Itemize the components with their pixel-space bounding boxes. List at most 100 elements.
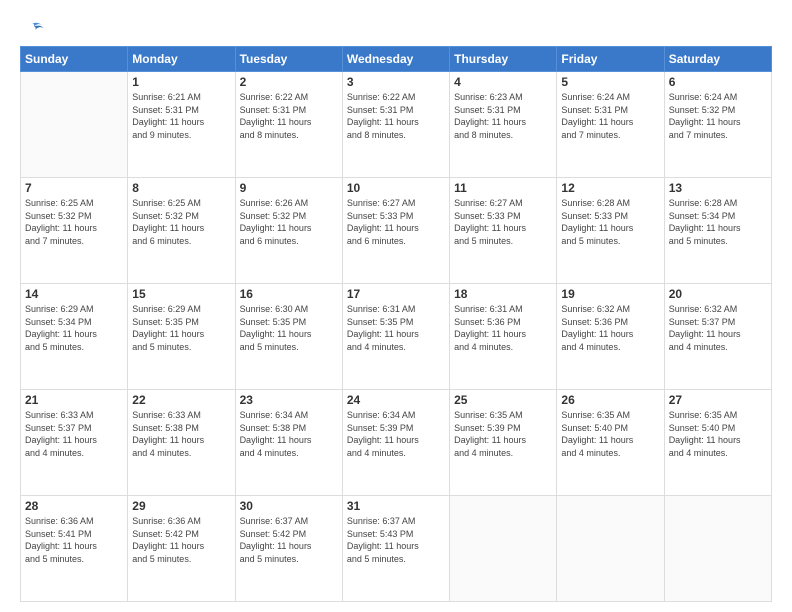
day-info: Sunrise: 6:29 AMSunset: 5:35 PMDaylight:… bbox=[132, 303, 230, 353]
day-info: Sunrise: 6:36 AMSunset: 5:42 PMDaylight:… bbox=[132, 515, 230, 565]
calendar-cell bbox=[664, 496, 771, 602]
day-info: Sunrise: 6:33 AMSunset: 5:37 PMDaylight:… bbox=[25, 409, 123, 459]
week-row-1: 1 Sunrise: 6:21 AMSunset: 5:31 PMDaylight… bbox=[21, 72, 772, 178]
day-info: Sunrise: 6:23 AMSunset: 5:31 PMDaylight:… bbox=[454, 91, 552, 141]
calendar-cell: 28 Sunrise: 6:36 AMSunset: 5:41 PMDayligh… bbox=[21, 496, 128, 602]
calendar-cell: 9 Sunrise: 6:26 AMSunset: 5:32 PMDaylight… bbox=[235, 178, 342, 284]
calendar-cell: 26 Sunrise: 6:35 AMSunset: 5:40 PMDayligh… bbox=[557, 390, 664, 496]
day-number: 10 bbox=[347, 181, 445, 195]
day-number: 23 bbox=[240, 393, 338, 407]
day-info: Sunrise: 6:28 AMSunset: 5:33 PMDaylight:… bbox=[561, 197, 659, 247]
calendar-cell: 1 Sunrise: 6:21 AMSunset: 5:31 PMDaylight… bbox=[128, 72, 235, 178]
weekday-header-tuesday: Tuesday bbox=[235, 47, 342, 72]
day-number: 12 bbox=[561, 181, 659, 195]
day-info: Sunrise: 6:25 AMSunset: 5:32 PMDaylight:… bbox=[25, 197, 123, 247]
day-number: 2 bbox=[240, 75, 338, 89]
calendar-cell: 21 Sunrise: 6:33 AMSunset: 5:37 PMDayligh… bbox=[21, 390, 128, 496]
week-row-3: 14Sunrise: 6:29 AMSunset: 5:34 PMDayligh… bbox=[21, 284, 772, 390]
day-number: 15 bbox=[132, 287, 230, 301]
calendar-cell: 30 Sunrise: 6:37 AMSunset: 5:42 PMDayligh… bbox=[235, 496, 342, 602]
day-number: 6 bbox=[669, 75, 767, 89]
day-number: 3 bbox=[347, 75, 445, 89]
weekday-header-sunday: Sunday bbox=[21, 47, 128, 72]
calendar-cell bbox=[557, 496, 664, 602]
calendar-cell: 6 Sunrise: 6:24 AMSunset: 5:32 PMDaylight… bbox=[664, 72, 771, 178]
calendar-table: SundayMondayTuesdayWednesdayThursdayFrid… bbox=[20, 46, 772, 602]
day-number: 26 bbox=[561, 393, 659, 407]
calendar-cell: 7Sunrise: 6:25 AMSunset: 5:32 PMDaylight… bbox=[21, 178, 128, 284]
calendar-cell: 19 Sunrise: 6:32 AMSunset: 5:36 PMDayligh… bbox=[557, 284, 664, 390]
day-number: 21 bbox=[25, 393, 123, 407]
day-info: Sunrise: 6:30 AMSunset: 5:35 PMDaylight:… bbox=[240, 303, 338, 353]
day-number: 31 bbox=[347, 499, 445, 513]
week-row-2: 7Sunrise: 6:25 AMSunset: 5:32 PMDaylight… bbox=[21, 178, 772, 284]
day-number: 24 bbox=[347, 393, 445, 407]
logo-icon bbox=[22, 18, 44, 40]
calendar-cell bbox=[450, 496, 557, 602]
day-info: Sunrise: 6:27 AMSunset: 5:33 PMDaylight:… bbox=[347, 197, 445, 247]
calendar-cell: 27 Sunrise: 6:35 AMSunset: 5:40 PMDayligh… bbox=[664, 390, 771, 496]
day-info: Sunrise: 6:22 AMSunset: 5:31 PMDaylight:… bbox=[347, 91, 445, 141]
day-info: Sunrise: 6:32 AMSunset: 5:36 PMDaylight:… bbox=[561, 303, 659, 353]
calendar-cell: 4 Sunrise: 6:23 AMSunset: 5:31 PMDaylight… bbox=[450, 72, 557, 178]
calendar-cell: 17Sunrise: 6:31 AMSunset: 5:35 PMDayligh… bbox=[342, 284, 449, 390]
weekday-header-row: SundayMondayTuesdayWednesdayThursdayFrid… bbox=[21, 47, 772, 72]
day-info: Sunrise: 6:22 AMSunset: 5:31 PMDaylight:… bbox=[240, 91, 338, 141]
day-number: 5 bbox=[561, 75, 659, 89]
day-info: Sunrise: 6:35 AMSunset: 5:40 PMDaylight:… bbox=[561, 409, 659, 459]
weekday-header-saturday: Saturday bbox=[664, 47, 771, 72]
calendar-cell: 5 Sunrise: 6:24 AMSunset: 5:31 PMDaylight… bbox=[557, 72, 664, 178]
day-info: Sunrise: 6:28 AMSunset: 5:34 PMDaylight:… bbox=[669, 197, 767, 247]
day-number: 1 bbox=[132, 75, 230, 89]
weekday-header-monday: Monday bbox=[128, 47, 235, 72]
day-number: 28 bbox=[25, 499, 123, 513]
day-number: 30 bbox=[240, 499, 338, 513]
weekday-header-friday: Friday bbox=[557, 47, 664, 72]
day-number: 17 bbox=[347, 287, 445, 301]
day-number: 19 bbox=[561, 287, 659, 301]
day-info: Sunrise: 6:26 AMSunset: 5:32 PMDaylight:… bbox=[240, 197, 338, 247]
page: SundayMondayTuesdayWednesdayThursdayFrid… bbox=[0, 0, 792, 612]
calendar-cell: 29 Sunrise: 6:36 AMSunset: 5:42 PMDayligh… bbox=[128, 496, 235, 602]
calendar-cell: 11 Sunrise: 6:27 AMSunset: 5:33 PMDayligh… bbox=[450, 178, 557, 284]
day-number: 27 bbox=[669, 393, 767, 407]
day-info: Sunrise: 6:33 AMSunset: 5:38 PMDaylight:… bbox=[132, 409, 230, 459]
calendar-cell: 24Sunrise: 6:34 AMSunset: 5:39 PMDayligh… bbox=[342, 390, 449, 496]
calendar-cell: 10 Sunrise: 6:27 AMSunset: 5:33 PMDayligh… bbox=[342, 178, 449, 284]
day-number: 16 bbox=[240, 287, 338, 301]
calendar-cell bbox=[21, 72, 128, 178]
header bbox=[20, 18, 772, 36]
calendar-cell: 18 Sunrise: 6:31 AMSunset: 5:36 PMDayligh… bbox=[450, 284, 557, 390]
day-info: Sunrise: 6:37 AMSunset: 5:42 PMDaylight:… bbox=[240, 515, 338, 565]
logo bbox=[20, 18, 44, 36]
day-info: Sunrise: 6:34 AMSunset: 5:38 PMDaylight:… bbox=[240, 409, 338, 459]
day-info: Sunrise: 6:35 AMSunset: 5:39 PMDaylight:… bbox=[454, 409, 552, 459]
calendar-cell: 12 Sunrise: 6:28 AMSunset: 5:33 PMDayligh… bbox=[557, 178, 664, 284]
day-info: Sunrise: 6:24 AMSunset: 5:32 PMDaylight:… bbox=[669, 91, 767, 141]
weekday-header-wednesday: Wednesday bbox=[342, 47, 449, 72]
day-info: Sunrise: 6:36 AMSunset: 5:41 PMDaylight:… bbox=[25, 515, 123, 565]
day-info: Sunrise: 6:35 AMSunset: 5:40 PMDaylight:… bbox=[669, 409, 767, 459]
day-info: Sunrise: 6:21 AMSunset: 5:31 PMDaylight:… bbox=[132, 91, 230, 141]
calendar-cell: 3 Sunrise: 6:22 AMSunset: 5:31 PMDaylight… bbox=[342, 72, 449, 178]
day-info: Sunrise: 6:27 AMSunset: 5:33 PMDaylight:… bbox=[454, 197, 552, 247]
calendar-cell: 23 Sunrise: 6:34 AMSunset: 5:38 PMDayligh… bbox=[235, 390, 342, 496]
day-number: 29 bbox=[132, 499, 230, 513]
day-number: 22 bbox=[132, 393, 230, 407]
day-number: 20 bbox=[669, 287, 767, 301]
calendar-cell: 20Sunrise: 6:32 AMSunset: 5:37 PMDayligh… bbox=[664, 284, 771, 390]
day-info: Sunrise: 6:24 AMSunset: 5:31 PMDaylight:… bbox=[561, 91, 659, 141]
calendar-cell: 13Sunrise: 6:28 AMSunset: 5:34 PMDayligh… bbox=[664, 178, 771, 284]
day-info: Sunrise: 6:25 AMSunset: 5:32 PMDaylight:… bbox=[132, 197, 230, 247]
calendar-cell: 25Sunrise: 6:35 AMSunset: 5:39 PMDayligh… bbox=[450, 390, 557, 496]
day-info: Sunrise: 6:31 AMSunset: 5:36 PMDaylight:… bbox=[454, 303, 552, 353]
day-number: 18 bbox=[454, 287, 552, 301]
day-number: 4 bbox=[454, 75, 552, 89]
week-row-4: 21 Sunrise: 6:33 AMSunset: 5:37 PMDayligh… bbox=[21, 390, 772, 496]
day-number: 11 bbox=[454, 181, 552, 195]
day-number: 14 bbox=[25, 287, 123, 301]
calendar-cell: 2 Sunrise: 6:22 AMSunset: 5:31 PMDaylight… bbox=[235, 72, 342, 178]
day-info: Sunrise: 6:37 AMSunset: 5:43 PMDaylight:… bbox=[347, 515, 445, 565]
day-number: 9 bbox=[240, 181, 338, 195]
weekday-header-thursday: Thursday bbox=[450, 47, 557, 72]
